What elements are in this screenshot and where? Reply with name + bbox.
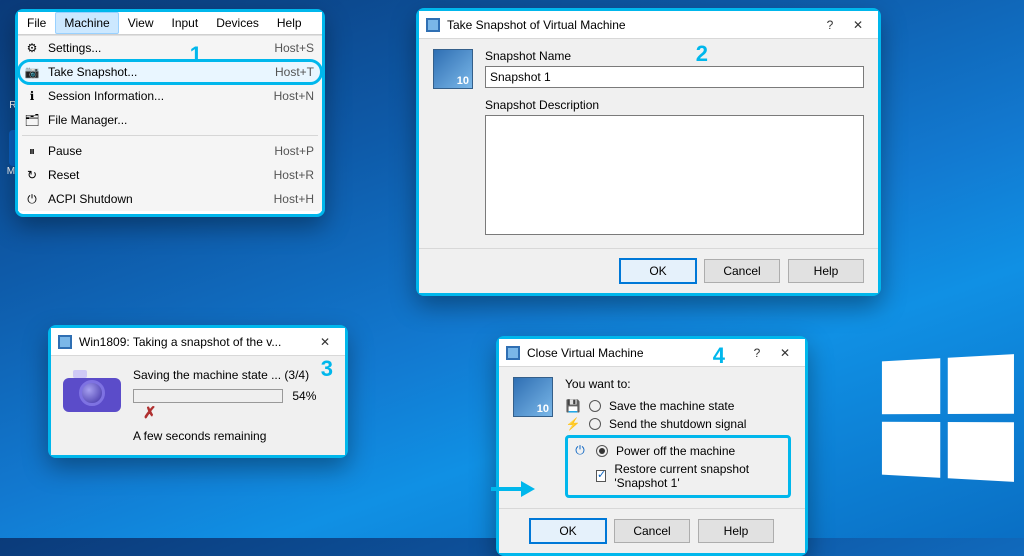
progress-status: Saving the machine state ... (3/4) — [133, 368, 333, 382]
option-save-state[interactable]: 💾 Save the machine state — [565, 397, 791, 415]
menu-item-settings[interactable]: ⚙ Settings... Host+S — [18, 36, 322, 60]
ok-button[interactable]: OK — [530, 519, 606, 543]
dialog-title: Close Virtual Machine — [527, 346, 743, 360]
vm-icon — [57, 334, 73, 350]
info-icon: ℹ — [24, 88, 40, 104]
cancel-progress-button[interactable]: ✗ — [143, 405, 156, 422]
menu-item-shortcut: Host+R — [274, 168, 314, 182]
annotation-step-2: 2 — [696, 41, 708, 67]
snapshot-desc-label: Snapshot Description — [485, 98, 864, 112]
snapshot-icon: 📷 — [24, 64, 40, 80]
menu-input[interactable]: Input — [163, 12, 208, 34]
snapshot-progress-dialog: 3 Win1809: Taking a snapshot of the v...… — [48, 325, 348, 458]
radio-save-state[interactable] — [589, 400, 601, 412]
dialog-button-row: OK Cancel Help — [499, 508, 805, 553]
menu-machine[interactable]: Machine — [55, 12, 118, 34]
snapshot-desc-input[interactable] — [485, 115, 864, 235]
snapshot-name-label: Snapshot Name — [485, 49, 864, 63]
vm-large-icon — [433, 49, 473, 89]
menu-item-label: File Manager... — [48, 113, 314, 127]
menu-item-file-manager[interactable]: 🗂 File Manager... — [18, 108, 322, 132]
option-label: Restore current snapshot 'Snapshot 1' — [614, 462, 784, 490]
dialog-button-row: OK Cancel Help — [419, 248, 878, 293]
menu-item-pause[interactable]: ⏸ Pause Host+P — [18, 139, 322, 163]
menu-separator — [22, 135, 318, 136]
menu-item-shortcut: Host+T — [275, 65, 314, 79]
menu-item-label: Take Snapshot... — [48, 65, 275, 79]
checkbox-restore-snapshot[interactable] — [596, 470, 606, 482]
dialog-titlebar: Win1809: Taking a snapshot of the v... ✕ — [51, 328, 345, 356]
help-button[interactable]: Help — [788, 259, 864, 283]
reset-icon: ↻ — [24, 167, 40, 183]
menu-item-acpi-shutdown[interactable]: ⏻ ACPI Shutdown Host+H — [18, 187, 322, 211]
help-button[interactable]: ? — [816, 11, 844, 39]
menu-item-reset[interactable]: ↻ Reset Host+R — [18, 163, 322, 187]
menu-help[interactable]: Help — [268, 12, 311, 34]
power-icon: ⏻ — [24, 191, 40, 207]
menubar: File Machine View Input Devices Help — [18, 12, 322, 35]
annotation-step-3: 3 — [321, 356, 333, 382]
vm-icon — [505, 345, 521, 361]
option-power-off[interactable]: ⏻ Power off the machine — [572, 441, 784, 460]
menu-item-label: Pause — [48, 144, 274, 158]
save-icon: 💾 — [565, 399, 581, 413]
menu-file[interactable]: File — [18, 12, 55, 34]
cancel-button[interactable]: Cancel — [704, 259, 780, 283]
menu-item-label: ACPI Shutdown — [48, 192, 274, 206]
shutdown-signal-icon: ⚡ — [565, 417, 581, 431]
ok-button[interactable]: OK — [620, 259, 696, 283]
machine-menu-panel: 1 File Machine View Input Devices Help ⚙… — [15, 9, 325, 217]
annotation-step-4: 4 — [713, 343, 725, 369]
folder-icon: 🗂 — [24, 112, 40, 128]
vm-large-icon — [513, 377, 553, 417]
machine-menu-dropdown: ⚙ Settings... Host+S 📷 Take Snapshot... … — [18, 35, 322, 211]
help-button[interactable]: ? — [743, 339, 771, 367]
option-send-shutdown[interactable]: ⚡ Send the shutdown signal — [565, 415, 791, 433]
power-off-callout: ⏻ Power off the machine Restore current … — [565, 435, 791, 498]
progress-bar — [133, 389, 283, 403]
annotation-arrow — [491, 481, 537, 497]
progress-remaining: A few seconds remaining — [133, 429, 333, 443]
close-button[interactable]: ✕ — [311, 328, 339, 356]
dialog-titlebar: Take Snapshot of Virtual Machine ? ✕ — [419, 11, 878, 39]
radio-power-off[interactable] — [596, 445, 608, 457]
progress-percent: 54% — [292, 389, 316, 403]
cancel-button[interactable]: Cancel — [614, 519, 690, 543]
dialog-titlebar: Close Virtual Machine ? ✕ — [499, 339, 805, 367]
menu-item-label: Session Information... — [48, 89, 274, 103]
menu-item-label: Reset — [48, 168, 274, 182]
menu-item-take-snapshot[interactable]: 📷 Take Snapshot... Host+T — [18, 60, 322, 84]
camera-icon — [63, 368, 121, 412]
annotation-step-1: 1 — [190, 42, 202, 68]
option-label: Power off the machine — [616, 444, 735, 458]
menu-item-shortcut: Host+P — [274, 144, 314, 158]
menu-item-label: Settings... — [48, 41, 274, 55]
radio-send-shutdown[interactable] — [589, 418, 601, 430]
menu-devices[interactable]: Devices — [207, 12, 268, 34]
option-restore-snapshot[interactable]: Restore current snapshot 'Snapshot 1' — [572, 460, 784, 492]
vm-icon — [425, 17, 441, 33]
close-prompt: You want to: — [565, 377, 791, 391]
menu-item-shortcut: Host+H — [274, 192, 314, 206]
option-label: Send the shutdown signal — [609, 417, 746, 431]
help-button[interactable]: Help — [698, 519, 774, 543]
close-button[interactable]: ✕ — [844, 11, 872, 39]
close-button[interactable]: ✕ — [771, 339, 799, 367]
gear-icon: ⚙ — [24, 40, 40, 56]
menu-item-shortcut: Host+N — [274, 89, 314, 103]
close-vm-dialog: 4 Close Virtual Machine ? ✕ You want to:… — [496, 336, 808, 556]
pause-icon: ⏸ — [24, 143, 40, 159]
dialog-title: Win1809: Taking a snapshot of the v... — [79, 335, 311, 349]
menu-item-session-info[interactable]: ℹ Session Information... Host+N — [18, 84, 322, 108]
option-label: Save the machine state — [609, 399, 734, 413]
windows-logo — [882, 354, 1014, 482]
dialog-title: Take Snapshot of Virtual Machine — [447, 18, 816, 32]
take-snapshot-dialog: 2 Take Snapshot of Virtual Machine ? ✕ S… — [416, 8, 881, 296]
menu-view[interactable]: View — [119, 12, 163, 34]
power-icon: ⏻ — [572, 443, 588, 458]
menu-item-shortcut: Host+S — [274, 41, 314, 55]
snapshot-name-input[interactable] — [485, 66, 864, 88]
